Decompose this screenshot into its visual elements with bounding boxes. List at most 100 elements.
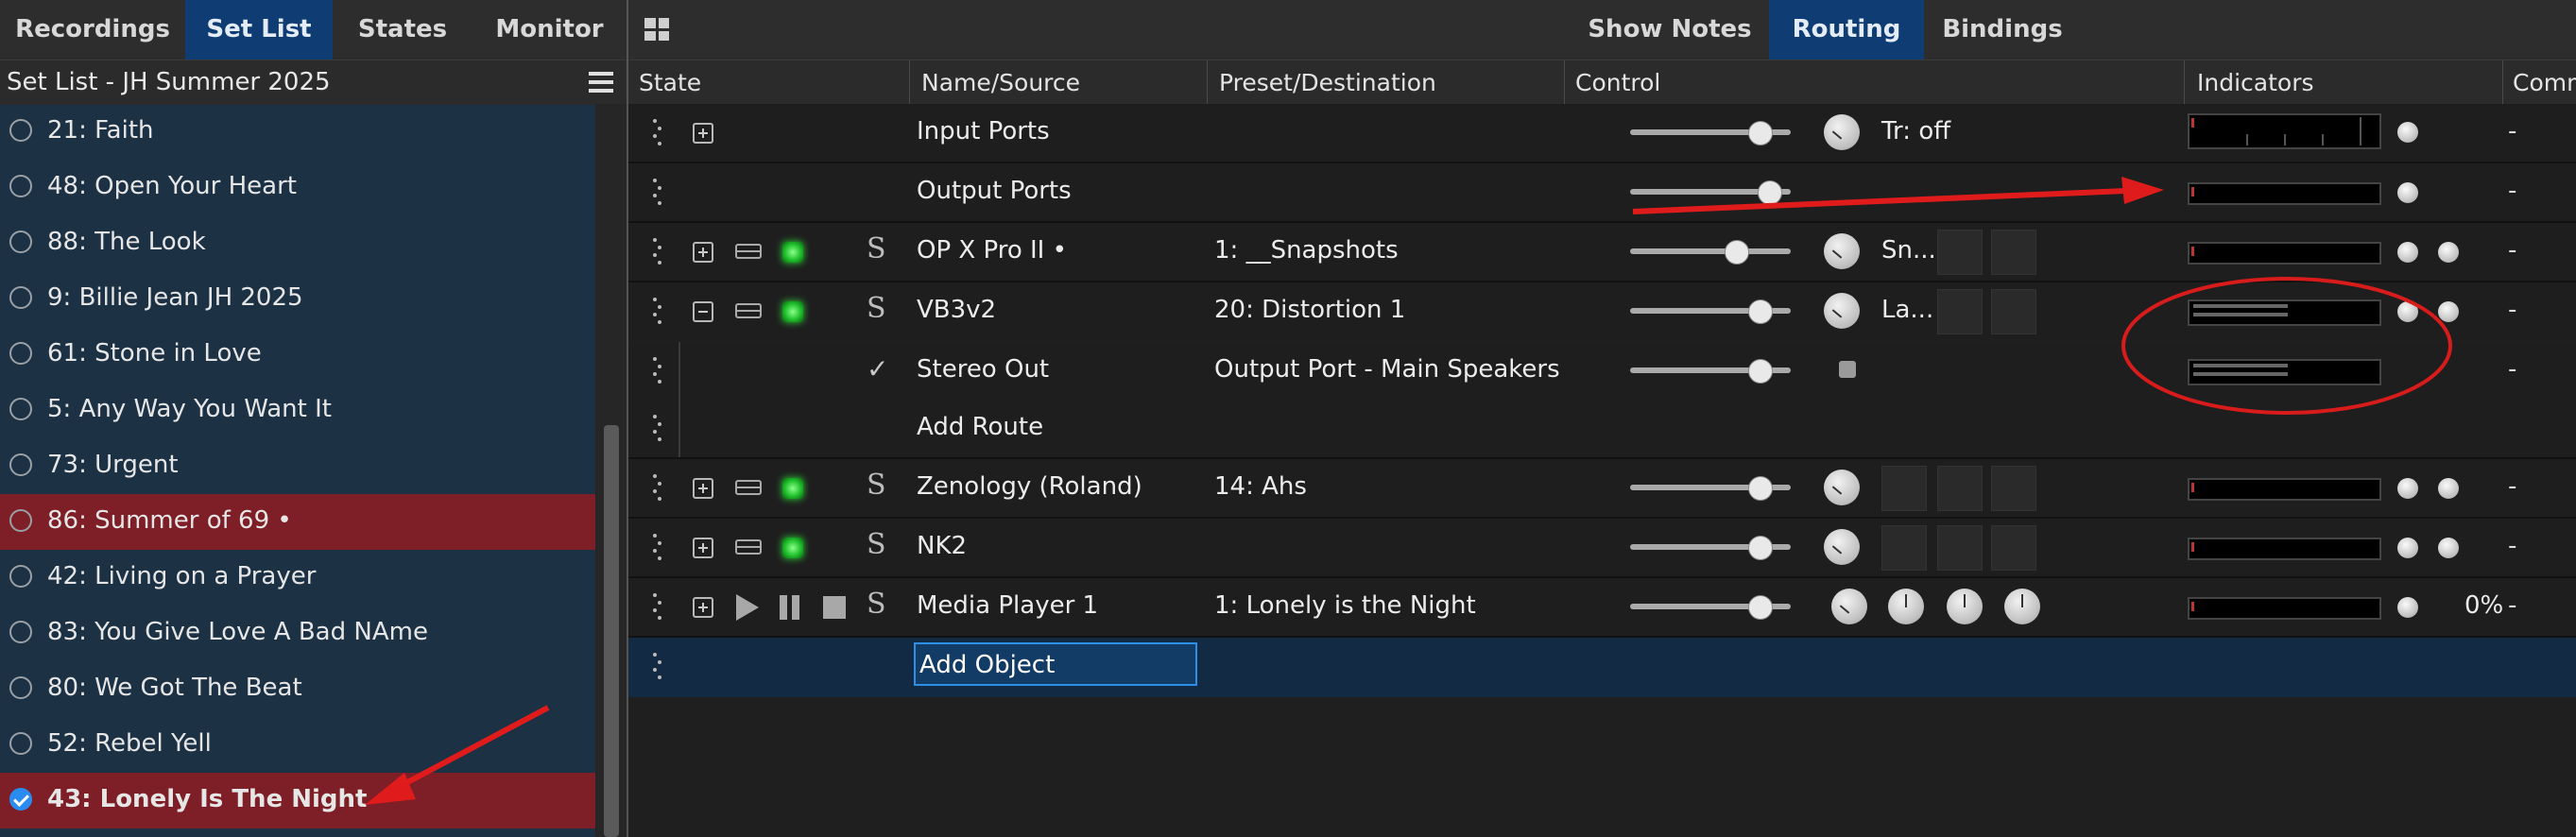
stop-icon[interactable] xyxy=(823,596,846,619)
volume-slider[interactable] xyxy=(1630,536,1791,560)
control-pad[interactable] xyxy=(1937,466,1983,511)
radio-button[interactable] xyxy=(9,621,32,643)
bypass-icon[interactable] xyxy=(735,244,762,259)
table-row[interactable]: S Media Player 1 1: Lonely is the Night … xyxy=(628,578,2576,638)
radio-button[interactable] xyxy=(9,676,32,699)
row-preset[interactable]: 1: Lonely is the Night xyxy=(1214,591,1476,620)
control-pad[interactable] xyxy=(1881,525,1927,571)
list-item[interactable]: 52: Rebel Yell xyxy=(0,717,595,773)
list-item-selected[interactable]: 43: Lonely Is The Night • xyxy=(0,773,595,828)
col-preset-destination[interactable]: Preset/Destination xyxy=(1219,69,1436,96)
list-item[interactable]: 42: Living on a Prayer xyxy=(0,550,595,606)
drag-handle-icon[interactable] xyxy=(653,534,661,562)
col-comment[interactable]: Comm xyxy=(2513,69,2576,96)
dial-knob-icon[interactable] xyxy=(1824,470,1860,505)
radio-button[interactable] xyxy=(9,453,32,476)
volume-slider[interactable] xyxy=(1630,299,1791,324)
list-item[interactable]: 48: Open Your Heart xyxy=(0,160,595,215)
control-pad[interactable] xyxy=(1937,289,1983,334)
active-led-icon[interactable] xyxy=(782,301,803,322)
control-pad[interactable] xyxy=(1991,289,2036,334)
solo-icon[interactable]: S xyxy=(867,232,886,265)
drag-handle-icon[interactable] xyxy=(653,357,661,385)
list-item[interactable]: 9: Billie Jean JH 2025 xyxy=(0,271,595,327)
bypass-icon[interactable] xyxy=(735,303,762,318)
radio-button[interactable] xyxy=(9,175,32,197)
col-control[interactable]: Control xyxy=(1575,69,1660,96)
volume-slider[interactable] xyxy=(1630,476,1791,501)
scrollbar[interactable] xyxy=(595,104,627,837)
radio-button[interactable] xyxy=(9,732,32,755)
row-preset[interactable]: 1: __Snapshots xyxy=(1214,236,1399,265)
bypass-icon[interactable] xyxy=(735,480,762,495)
drag-handle-icon[interactable] xyxy=(653,119,661,147)
expand-icon[interactable] xyxy=(693,478,713,499)
list-item-highlighted[interactable]: 86: Summer of 69 • xyxy=(0,494,595,550)
tab-recordings[interactable]: Recordings xyxy=(0,0,185,60)
radio-button[interactable] xyxy=(9,286,32,309)
table-row[interactable]: S NK2 - xyxy=(628,519,2576,578)
play-icon[interactable] xyxy=(736,594,759,621)
dial-knob-icon[interactable] xyxy=(1824,233,1860,269)
pause-icon[interactable] xyxy=(780,595,800,620)
row-preset[interactable]: 14: Ahs xyxy=(1214,472,1307,501)
add-object-field[interactable]: Add Object xyxy=(914,642,1197,686)
control-pad[interactable] xyxy=(1991,466,2036,511)
table-row[interactable]: Input Ports Tr: off - xyxy=(628,104,2576,163)
checked-radio-icon[interactable] xyxy=(9,788,32,811)
dial-knob-icon[interactable] xyxy=(1824,529,1860,565)
table-row[interactable]: Add Object xyxy=(628,638,2576,697)
radio-button[interactable] xyxy=(9,509,32,532)
volume-slider[interactable] xyxy=(1630,595,1791,620)
active-led-icon[interactable] xyxy=(782,538,803,558)
radio-button[interactable] xyxy=(9,231,32,253)
table-row[interactable]: S OP X Pro II • 1: __Snapshots Sn... - xyxy=(628,223,2576,282)
table-row[interactable]: S Zenology (Roland) 14: Ahs - xyxy=(628,459,2576,519)
checkmark-icon[interactable]: ✓ xyxy=(867,353,888,384)
col-indicators[interactable]: Indicators xyxy=(2197,69,2314,96)
row-preset[interactable]: Output Port - Main Speakers xyxy=(1214,355,1560,384)
list-item[interactable]: 5: Any Way You Want It xyxy=(0,383,595,438)
volume-slider[interactable] xyxy=(1630,240,1791,265)
list-item[interactable]: 73: Urgent xyxy=(0,438,595,494)
radio-button[interactable] xyxy=(9,565,32,588)
bypass-icon[interactable] xyxy=(735,539,762,555)
scrollbar-thumb[interactable] xyxy=(604,425,619,837)
control-pad[interactable] xyxy=(1937,230,1983,275)
dial-knob-icon[interactable] xyxy=(1824,293,1860,329)
col-state[interactable]: State xyxy=(639,69,701,96)
table-row[interactable]: ✓ Stereo Out Output Port - Main Speakers… xyxy=(628,342,2576,400)
volume-slider[interactable] xyxy=(1630,359,1791,384)
table-row[interactable]: Add Route xyxy=(628,400,2576,459)
list-item[interactable]: 61: Stone in Love xyxy=(0,327,595,383)
drag-handle-icon[interactable] xyxy=(653,415,661,443)
grid-icon[interactable] xyxy=(644,18,669,41)
tab-monitor[interactable]: Monitor xyxy=(472,0,627,60)
expand-icon[interactable] xyxy=(693,123,713,144)
list-item[interactable]: 88: The Look xyxy=(0,215,595,271)
radio-button[interactable] xyxy=(9,342,32,365)
control-pad[interactable] xyxy=(1991,525,2036,571)
active-led-icon[interactable] xyxy=(782,478,803,499)
col-name-source[interactable]: Name/Source xyxy=(921,69,1080,96)
control-pad[interactable] xyxy=(1991,230,2036,275)
drag-handle-icon[interactable] xyxy=(653,474,661,503)
tab-show-notes[interactable]: Show Notes xyxy=(1579,0,1760,60)
tab-bindings[interactable]: Bindings xyxy=(1924,0,2081,60)
row-preset[interactable]: 20: Distortion 1 xyxy=(1214,296,1405,324)
route-toggle-icon[interactable] xyxy=(1839,361,1856,378)
solo-icon[interactable]: S xyxy=(867,469,886,502)
dial-knob-icon[interactable] xyxy=(2004,589,2040,624)
menu-icon[interactable] xyxy=(589,72,613,93)
table-row[interactable]: Output Ports - xyxy=(628,163,2576,223)
solo-icon[interactable]: S xyxy=(867,292,886,325)
list-item[interactable]: 21: Faith xyxy=(0,104,595,160)
volume-slider[interactable] xyxy=(1630,180,1791,205)
dial-knob-icon[interactable] xyxy=(1947,589,1983,624)
expand-icon[interactable] xyxy=(693,242,713,263)
collapse-icon[interactable] xyxy=(693,301,713,322)
solo-icon[interactable]: S xyxy=(867,588,886,621)
table-row[interactable]: S VB3v2 20: Distortion 1 La... - xyxy=(628,282,2576,340)
tab-routing[interactable]: Routing xyxy=(1769,0,1924,60)
radio-button[interactable] xyxy=(9,119,32,142)
